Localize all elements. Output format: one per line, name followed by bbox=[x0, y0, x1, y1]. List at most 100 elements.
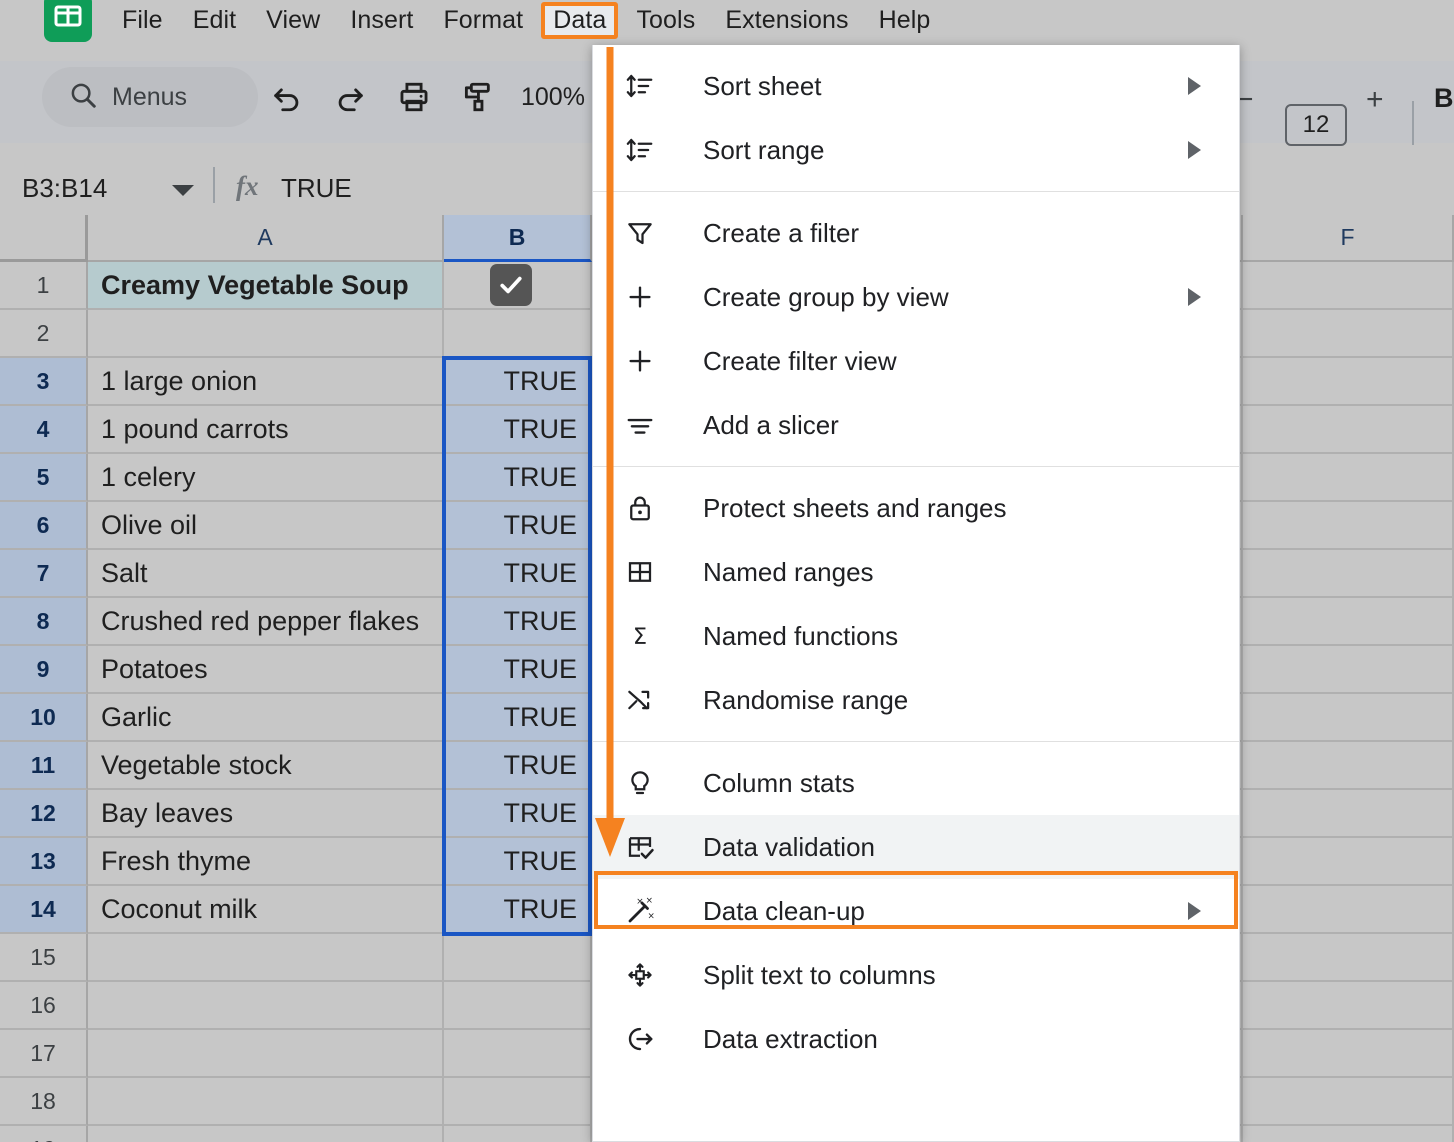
font-size-input[interactable]: 12 bbox=[1285, 104, 1347, 146]
menu-item-create-group-by-view[interactable]: Create group by view bbox=[593, 265, 1239, 329]
redo-icon[interactable] bbox=[328, 75, 372, 119]
menu-item-file[interactable]: File bbox=[110, 2, 175, 39]
menu-item-create-a-filter[interactable]: Create a filter bbox=[593, 201, 1239, 265]
cell-a1[interactable]: Creamy Vegetable Soup bbox=[88, 262, 444, 310]
cell-f7[interactable] bbox=[1243, 550, 1454, 598]
menu-item-column-stats[interactable]: Column stats bbox=[593, 751, 1239, 815]
cell-f8[interactable] bbox=[1243, 598, 1454, 646]
menu-item-add-a-slicer[interactable]: Add a slicer bbox=[593, 393, 1239, 457]
cell-a18[interactable] bbox=[88, 1078, 444, 1126]
formula-input[interactable]: TRUE bbox=[281, 173, 352, 204]
row-header-14[interactable]: 14 bbox=[0, 886, 88, 934]
cell-f18[interactable] bbox=[1243, 1078, 1454, 1126]
cell-a5[interactable]: 1 celery bbox=[88, 454, 444, 502]
cell-b9[interactable]: TRUE bbox=[444, 646, 592, 694]
cell-a8[interactable]: Crushed red pepper flakes bbox=[88, 598, 444, 646]
row-header-13[interactable]: 13 bbox=[0, 838, 88, 886]
row-header-11[interactable]: 11 bbox=[0, 742, 88, 790]
row-header-5[interactable]: 5 bbox=[0, 454, 88, 502]
menu-item-view[interactable]: View bbox=[254, 2, 332, 39]
cell-b1[interactable] bbox=[444, 262, 592, 310]
cell-b14[interactable]: TRUE bbox=[444, 886, 592, 934]
cell-f5[interactable] bbox=[1243, 454, 1454, 502]
cell-a15[interactable] bbox=[88, 934, 444, 982]
cell-a11[interactable]: Vegetable stock bbox=[88, 742, 444, 790]
row-header-9[interactable]: 9 bbox=[0, 646, 88, 694]
cell-f17[interactable] bbox=[1243, 1030, 1454, 1078]
cell-b19[interactable] bbox=[444, 1126, 592, 1142]
undo-icon[interactable] bbox=[265, 75, 309, 119]
menu-item-tools[interactable]: Tools bbox=[624, 2, 707, 39]
cell-f9[interactable] bbox=[1243, 646, 1454, 694]
cell-b10[interactable]: TRUE bbox=[444, 694, 592, 742]
cell-b3[interactable]: TRUE bbox=[444, 358, 592, 406]
cell-f15[interactable] bbox=[1243, 934, 1454, 982]
menu-item-named-ranges[interactable]: Named ranges bbox=[593, 540, 1239, 604]
cell-f3[interactable] bbox=[1243, 358, 1454, 406]
cell-b12[interactable]: TRUE bbox=[444, 790, 592, 838]
row-header-2[interactable]: 2 bbox=[0, 310, 88, 358]
search-menus-input[interactable]: Menus bbox=[42, 67, 258, 127]
cell-f13[interactable] bbox=[1243, 838, 1454, 886]
row-header-8[interactable]: 8 bbox=[0, 598, 88, 646]
cell-f4[interactable] bbox=[1243, 406, 1454, 454]
cell-a7[interactable]: Salt bbox=[88, 550, 444, 598]
cell-b11[interactable]: TRUE bbox=[444, 742, 592, 790]
row-header-1[interactable]: 1 bbox=[0, 262, 88, 310]
cell-f10[interactable] bbox=[1243, 694, 1454, 742]
cell-b8[interactable]: TRUE bbox=[444, 598, 592, 646]
name-box[interactable]: B3:B14 bbox=[22, 173, 107, 204]
menu-item-sort-range[interactable]: Sort range bbox=[593, 118, 1239, 182]
cell-b13[interactable]: TRUE bbox=[444, 838, 592, 886]
column-header-b[interactable]: B bbox=[444, 215, 592, 262]
cell-a2[interactable] bbox=[88, 310, 444, 358]
name-box-chevron-down-icon[interactable] bbox=[172, 185, 194, 196]
cell-b6[interactable]: TRUE bbox=[444, 502, 592, 550]
cell-a12[interactable]: Bay leaves bbox=[88, 790, 444, 838]
menu-item-edit[interactable]: Edit bbox=[181, 2, 248, 39]
row-header-10[interactable]: 10 bbox=[0, 694, 88, 742]
cell-f16[interactable] bbox=[1243, 982, 1454, 1030]
cell-b4[interactable]: TRUE bbox=[444, 406, 592, 454]
row-header-4[interactable]: 4 bbox=[0, 406, 88, 454]
bold-button[interactable]: B bbox=[1434, 83, 1454, 114]
menu-item-create-filter-view[interactable]: Create filter view bbox=[593, 329, 1239, 393]
cell-a16[interactable] bbox=[88, 982, 444, 1030]
paint-format-icon[interactable] bbox=[455, 75, 499, 119]
cell-b5[interactable]: TRUE bbox=[444, 454, 592, 502]
row-header-15[interactable]: 15 bbox=[0, 934, 88, 982]
row-header-7[interactable]: 7 bbox=[0, 550, 88, 598]
print-icon[interactable] bbox=[392, 75, 436, 119]
cell-f19[interactable] bbox=[1243, 1126, 1454, 1142]
cell-a17[interactable] bbox=[88, 1030, 444, 1078]
cell-f6[interactable] bbox=[1243, 502, 1454, 550]
cell-a6[interactable]: Olive oil bbox=[88, 502, 444, 550]
menu-item-sort-sheet[interactable]: Sort sheet bbox=[593, 54, 1239, 118]
cell-b7[interactable]: TRUE bbox=[444, 550, 592, 598]
row-header-16[interactable]: 16 bbox=[0, 982, 88, 1030]
menu-item-randomise-range[interactable]: Randomise range bbox=[593, 668, 1239, 732]
select-all-corner[interactable] bbox=[0, 215, 88, 262]
column-header-f[interactable]: F bbox=[1243, 215, 1454, 262]
cell-f1[interactable] bbox=[1243, 262, 1454, 310]
cell-b18[interactable] bbox=[444, 1078, 592, 1126]
row-header-18[interactable]: 18 bbox=[0, 1078, 88, 1126]
menu-item-data-validation[interactable]: Data validation bbox=[593, 815, 1239, 879]
cell-a10[interactable]: Garlic bbox=[88, 694, 444, 742]
cell-a3[interactable]: 1 large onion bbox=[88, 358, 444, 406]
cell-a19[interactable] bbox=[88, 1126, 444, 1142]
cell-b16[interactable] bbox=[444, 982, 592, 1030]
menu-item-format[interactable]: Format bbox=[431, 2, 535, 39]
row-header-12[interactable]: 12 bbox=[0, 790, 88, 838]
menu-item-protect-sheets-and-ranges[interactable]: Protect sheets and ranges bbox=[593, 476, 1239, 540]
zoom-level[interactable]: 100% bbox=[521, 83, 585, 112]
cell-a13[interactable]: Fresh thyme bbox=[88, 838, 444, 886]
cell-f2[interactable] bbox=[1243, 310, 1454, 358]
cell-b17[interactable] bbox=[444, 1030, 592, 1078]
menu-item-data-clean-up[interactable]: × × × Data clean-up bbox=[593, 879, 1239, 943]
column-header-a[interactable]: A bbox=[88, 215, 444, 262]
menu-item-extensions[interactable]: Extensions bbox=[713, 2, 860, 39]
menu-item-help[interactable]: Help bbox=[867, 2, 943, 39]
menu-item-named-functions[interactable]: Σ Named functions bbox=[593, 604, 1239, 668]
checkbox-checked-icon[interactable] bbox=[489, 264, 532, 306]
